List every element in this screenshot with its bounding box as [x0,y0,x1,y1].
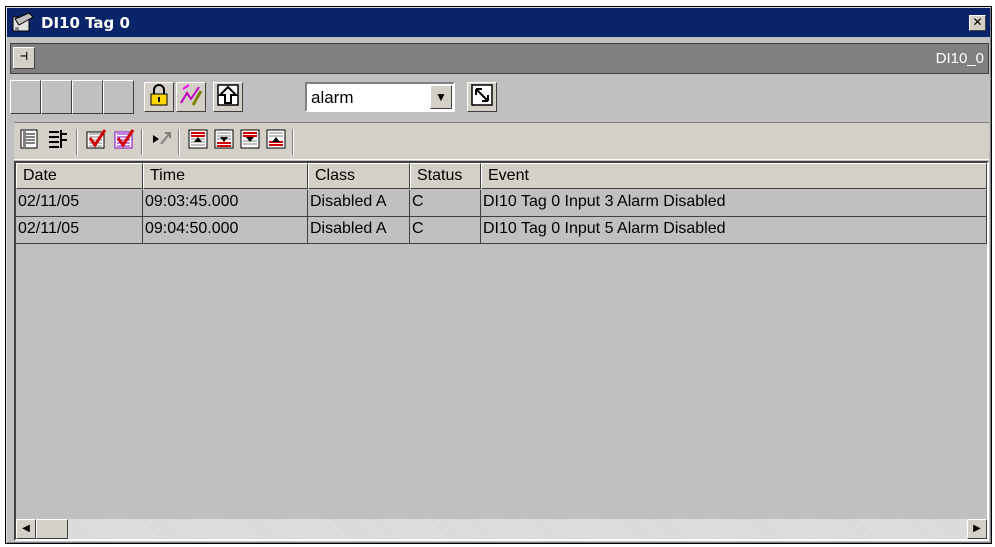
signal-edit-button[interactable] [176,82,206,112]
play-to-button[interactable] [150,129,174,153]
acknowledge-icon [85,128,107,155]
main-toolbar: alarm ▼ [10,76,989,120]
alarm-window: DI10 Tag 0 ✕ ⊣ DI10_0 alarm ▼ Date Time … [5,6,992,544]
acknowledge-all-icon [113,128,135,155]
scroll-thumb[interactable] [36,519,68,539]
move-top-button[interactable] [186,129,210,153]
table-row[interactable]: 02/11/05 09:04:50.000 Disabled A C DI10 … [16,217,987,244]
view-select-value: alarm [311,88,354,107]
column-header-class[interactable]: Class [308,163,410,189]
toolbar-separator [141,129,143,155]
list-view-icon [19,128,41,155]
arrow-left-icon: ◀ [22,523,30,534]
cell-date: 02/11/05 [16,217,143,244]
cell-status: C [410,190,481,217]
move-up-icon [265,128,287,155]
cell-event: DI10 Tag 0 Input 5 Alarm Disabled [481,217,987,244]
up-arrow-icon [217,83,239,111]
cell-class: Disabled A [308,217,410,244]
blank-button-3[interactable] [72,80,103,114]
cell-time: 09:04:50.000 [143,217,308,244]
scroll-left-button[interactable]: ◀ [16,519,36,539]
tree-view-button[interactable] [46,129,70,153]
list-view-button[interactable] [18,129,42,153]
horizontal-scrollbar[interactable]: ◀ ▶ [16,519,987,539]
tree-view-icon [47,128,69,155]
title-bar[interactable]: DI10 Tag 0 ✕ [7,8,990,37]
move-down-icon [213,128,235,155]
signal-edit-icon [179,83,203,112]
grid-toolbar [14,122,989,160]
cell-time: 09:03:45.000 [143,190,308,217]
window-title: DI10 Tag 0 [41,13,130,32]
column-header-status[interactable]: Status [410,163,481,189]
arrow-right-icon: ▶ [973,523,981,534]
pin-icon: ⊣ [20,49,28,64]
resize-button[interactable] [467,82,497,112]
pin-bar: ⊣ DI10_0 [10,43,989,74]
resize-icon [471,83,493,111]
chevron-down-icon: ▼ [435,90,447,104]
alarm-grid: Date Time Class Status Event 02/11/05 09… [14,161,989,541]
column-header-event[interactable]: Event [481,163,987,189]
pin-button[interactable]: ⊣ [13,47,35,69]
cell-date: 02/11/05 [16,190,143,217]
cell-class: Disabled A [308,190,410,217]
view-select-dropdown[interactable]: ▼ [430,85,452,109]
move-up-button[interactable] [264,129,288,153]
blank-button-2[interactable] [41,80,72,114]
toolbar-separator [76,129,78,155]
close-icon: ✕ [972,15,983,29]
scroll-right-button[interactable]: ▶ [967,519,987,539]
blank-button-1[interactable] [10,80,41,114]
lock-button[interactable] [144,82,174,112]
up-button[interactable] [213,82,243,112]
play-to-icon [151,128,173,155]
column-header-date[interactable]: Date [16,163,143,189]
grid-header: Date Time Class Status Event [16,163,987,189]
toolbar-separator [178,129,180,155]
column-header-time[interactable]: Time [143,163,308,189]
view-select[interactable]: alarm ▼ [305,82,455,112]
tag-label: DI10_0 [935,50,984,67]
cell-event: DI10 Tag 0 Input 3 Alarm Disabled [481,190,987,217]
move-top-icon [187,128,209,155]
app-icon [11,11,35,35]
cell-status: C [410,217,481,244]
move-bottom-icon [239,128,261,155]
toolbar-separator [292,129,294,155]
lock-icon [148,83,170,111]
move-bottom-button[interactable] [238,129,262,153]
grid-rows: 02/11/05 09:03:45.000 Disabled A C DI10 … [16,190,987,244]
acknowledge-button[interactable] [84,128,108,155]
move-down-button[interactable] [212,129,236,153]
close-button[interactable]: ✕ [969,15,986,31]
blank-button-4[interactable] [103,80,134,114]
table-row[interactable]: 02/11/05 09:03:45.000 Disabled A C DI10 … [16,190,987,217]
acknowledge-all-button[interactable] [112,128,136,155]
